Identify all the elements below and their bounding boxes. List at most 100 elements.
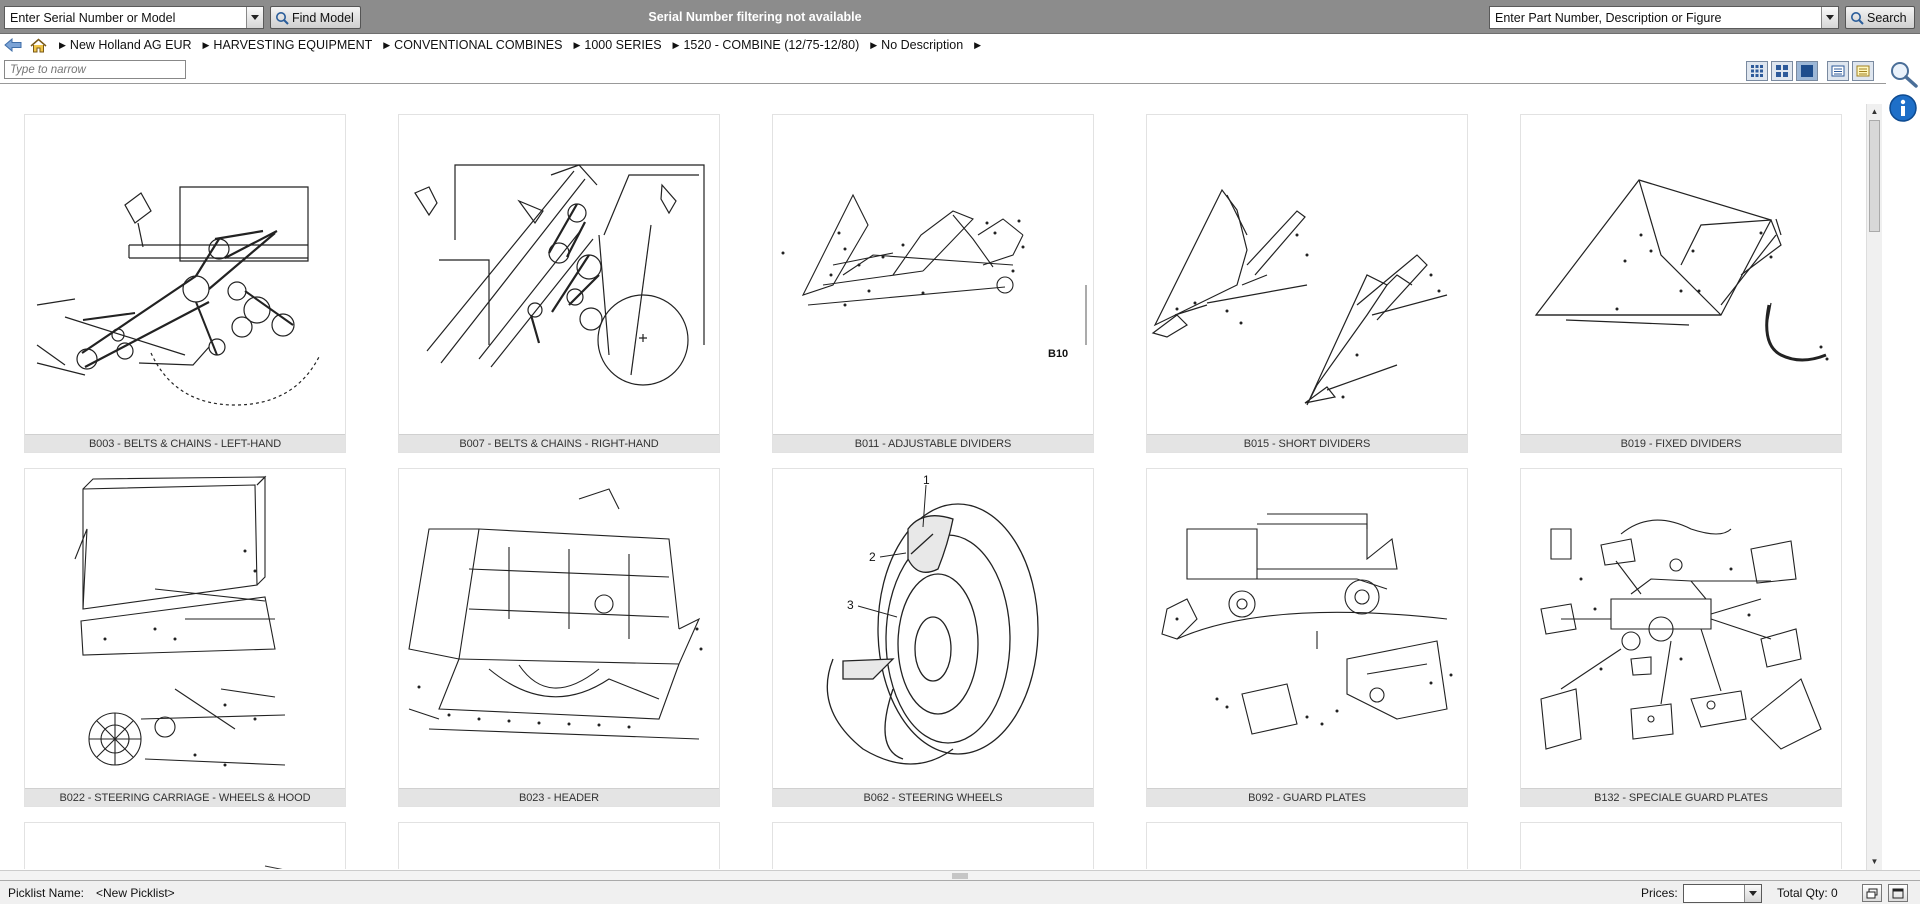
- figure-caption: B007 - BELTS & CHAINS - RIGHT-HAND: [399, 434, 719, 452]
- restore-window-button[interactable]: [1862, 884, 1882, 902]
- figure-caption: B022 - STEERING CARRIAGE - WHEELS & HOOD: [25, 788, 345, 806]
- figure-caption: B015 - SHORT DIVIDERS: [1147, 434, 1467, 452]
- figure-card[interactable]: B132 - SPECIALE GUARD PLATES: [1520, 468, 1842, 807]
- list-view-button[interactable]: [1827, 61, 1849, 81]
- belts-chains-rh-drawing: [399, 115, 719, 435]
- breadcrumb-item[interactable]: ▶ 1520 - COMBINE (12/75-12/80): [673, 38, 860, 52]
- header-drawing: [399, 469, 719, 789]
- maximize-window-icon: [1892, 888, 1904, 898]
- adjustable-dividers-drawing: B10: [773, 115, 1093, 435]
- callout-3: 3: [847, 598, 854, 612]
- detail-view-icon: [1856, 65, 1870, 77]
- search-icon: [276, 11, 289, 25]
- breadcrumb-item[interactable]: ▶ HARVESTING EQUIPMENT: [203, 38, 373, 52]
- scroll-down-arrow[interactable]: ▼: [1869, 856, 1880, 868]
- large-thumbnails-button[interactable]: [1796, 61, 1818, 81]
- chevron-down-icon: [251, 15, 259, 20]
- restore-window-icon: [1866, 888, 1878, 898]
- scroll-up-arrow[interactable]: ▲: [1869, 106, 1880, 118]
- part-search-input[interactable]: [1490, 7, 1821, 28]
- total-qty: Total Qty: 0: [1777, 885, 1838, 900]
- grid-medium-icon: [1776, 65, 1788, 77]
- find-model-label: Find Model: [292, 10, 354, 25]
- figure-card[interactable]: B015 - SHORT DIVIDERS: [1146, 114, 1468, 453]
- fixed-dividers-drawing: [1521, 115, 1841, 435]
- prices-dropdown-button[interactable]: [1744, 885, 1761, 902]
- figure-card[interactable]: B003 - BELTS & CHAINS - LEFT-HAND: [24, 114, 346, 453]
- figure-card[interactable]: [24, 822, 346, 869]
- figure-caption: B019 - FIXED DIVIDERS: [1521, 434, 1841, 452]
- breadcrumb-item[interactable]: ▶ No Description: [870, 38, 963, 52]
- serial-combobox[interactable]: [4, 6, 264, 29]
- figure-card[interactable]: [1146, 822, 1468, 869]
- grid-large-icon: [1801, 65, 1813, 77]
- grid-small-icon: [1751, 65, 1763, 77]
- figure-caption: B092 - GUARD PLATES: [1147, 788, 1467, 806]
- figure-caption: B132 - SPECIALE GUARD PLATES: [1521, 788, 1841, 806]
- figure-caption: B011 - ADJUSTABLE DIVIDERS: [773, 434, 1093, 452]
- figure-card[interactable]: B007 - BELTS & CHAINS - RIGHT-HAND: [398, 114, 720, 453]
- figure-card[interactable]: B10 B011 - ADJUSTABLE DIVIDERS: [772, 114, 1094, 453]
- list-view-icon: [1831, 65, 1845, 77]
- search-button[interactable]: Search: [1845, 6, 1915, 29]
- figure-stamp: B10: [1048, 348, 1068, 360]
- figure-card[interactable]: [772, 822, 1094, 869]
- figure-grid: B003 - BELTS & CHAINS - LEFT-HAND B007 -…: [0, 88, 1866, 869]
- figure-caption: B062 - STEERING WHEELS: [773, 788, 1093, 806]
- info-icon[interactable]: [1889, 94, 1917, 125]
- part-search-dropdown-button[interactable]: [1821, 7, 1838, 28]
- vertical-scrollbar[interactable]: ▲ ▼: [1866, 104, 1882, 870]
- short-dividers-drawing: [1147, 115, 1467, 435]
- magnifier-icon[interactable]: [1888, 60, 1918, 91]
- home-icon[interactable]: [30, 38, 47, 53]
- steering-carriage-drawing: [25, 469, 345, 789]
- serial-dropdown-button[interactable]: [246, 7, 263, 28]
- callout-2: 2: [869, 550, 876, 564]
- figure-caption: B023 - HEADER: [399, 788, 719, 806]
- serial-input[interactable]: [5, 7, 246, 28]
- figure-card[interactable]: B023 - HEADER: [398, 468, 720, 807]
- guard-plates-drawing: [1147, 469, 1467, 789]
- figure-card[interactable]: [1520, 822, 1842, 869]
- figure-caption: B003 - BELTS & CHAINS - LEFT-HAND: [25, 434, 345, 452]
- maximize-window-button[interactable]: [1888, 884, 1908, 902]
- small-thumbnails-button[interactable]: [1746, 61, 1768, 81]
- part-search-combobox[interactable]: [1489, 6, 1839, 29]
- belts-chains-lh-drawing: [25, 115, 345, 435]
- picklist-label: Picklist Name:: [8, 885, 85, 900]
- figure-card[interactable]: [398, 822, 720, 869]
- prices-label: Prices:: [1641, 885, 1678, 900]
- speciale-guard-plates-drawing: [1521, 469, 1841, 789]
- back-arrow-icon[interactable]: [4, 38, 22, 52]
- steering-wheels-drawing: 1 2 3: [773, 469, 1093, 789]
- callout-1: 1: [923, 473, 930, 487]
- splitter-grip-icon: [952, 873, 968, 879]
- breadcrumb-item[interactable]: ▶ New Holland AG EUR: [59, 38, 192, 52]
- filter-bar: [0, 56, 1886, 84]
- detail-view-button[interactable]: [1852, 61, 1874, 81]
- panel-splitter[interactable]: [0, 870, 1920, 880]
- chevron-down-icon: [1749, 891, 1757, 896]
- narrow-filter-input[interactable]: [4, 60, 186, 79]
- scrollbar-thumb[interactable]: [1869, 120, 1880, 232]
- search-icon: [1851, 11, 1864, 25]
- find-model-button[interactable]: Find Model: [270, 6, 361, 29]
- top-toolbar: Find Model Serial Number filtering not a…: [0, 0, 1920, 34]
- figure-card[interactable]: B019 - FIXED DIVIDERS: [1520, 114, 1842, 453]
- figure-drawing-partial: [264, 865, 283, 869]
- right-rail: [1886, 56, 1920, 880]
- prices-select[interactable]: [1683, 884, 1762, 903]
- medium-thumbnails-button[interactable]: [1771, 61, 1793, 81]
- figure-card[interactable]: B092 - GUARD PLATES: [1146, 468, 1468, 807]
- breadcrumb: ▶ New Holland AG EUR ▶ HARVESTING EQUIPMEN…: [0, 34, 1920, 56]
- picklist-name[interactable]: <New Picklist>: [96, 886, 175, 900]
- breadcrumb-expand-arrow[interactable]: ▶: [974, 40, 985, 51]
- chevron-down-icon: [1826, 15, 1834, 20]
- picklist-bar: Picklist Name: <New Picklist> Prices: To…: [0, 880, 1920, 904]
- breadcrumb-item[interactable]: ▶ 1000 SERIES: [573, 38, 661, 52]
- serial-filter-message: Serial Number filtering not available: [648, 10, 862, 24]
- search-label: Search: [1867, 10, 1907, 25]
- figure-card[interactable]: 1 2 3 B062 - STEERING WHEELS: [772, 468, 1094, 807]
- figure-card[interactable]: B022 - STEERING CARRIAGE - WHEELS & HOOD: [24, 468, 346, 807]
- breadcrumb-item[interactable]: ▶ CONVENTIONAL COMBINES: [383, 38, 562, 52]
